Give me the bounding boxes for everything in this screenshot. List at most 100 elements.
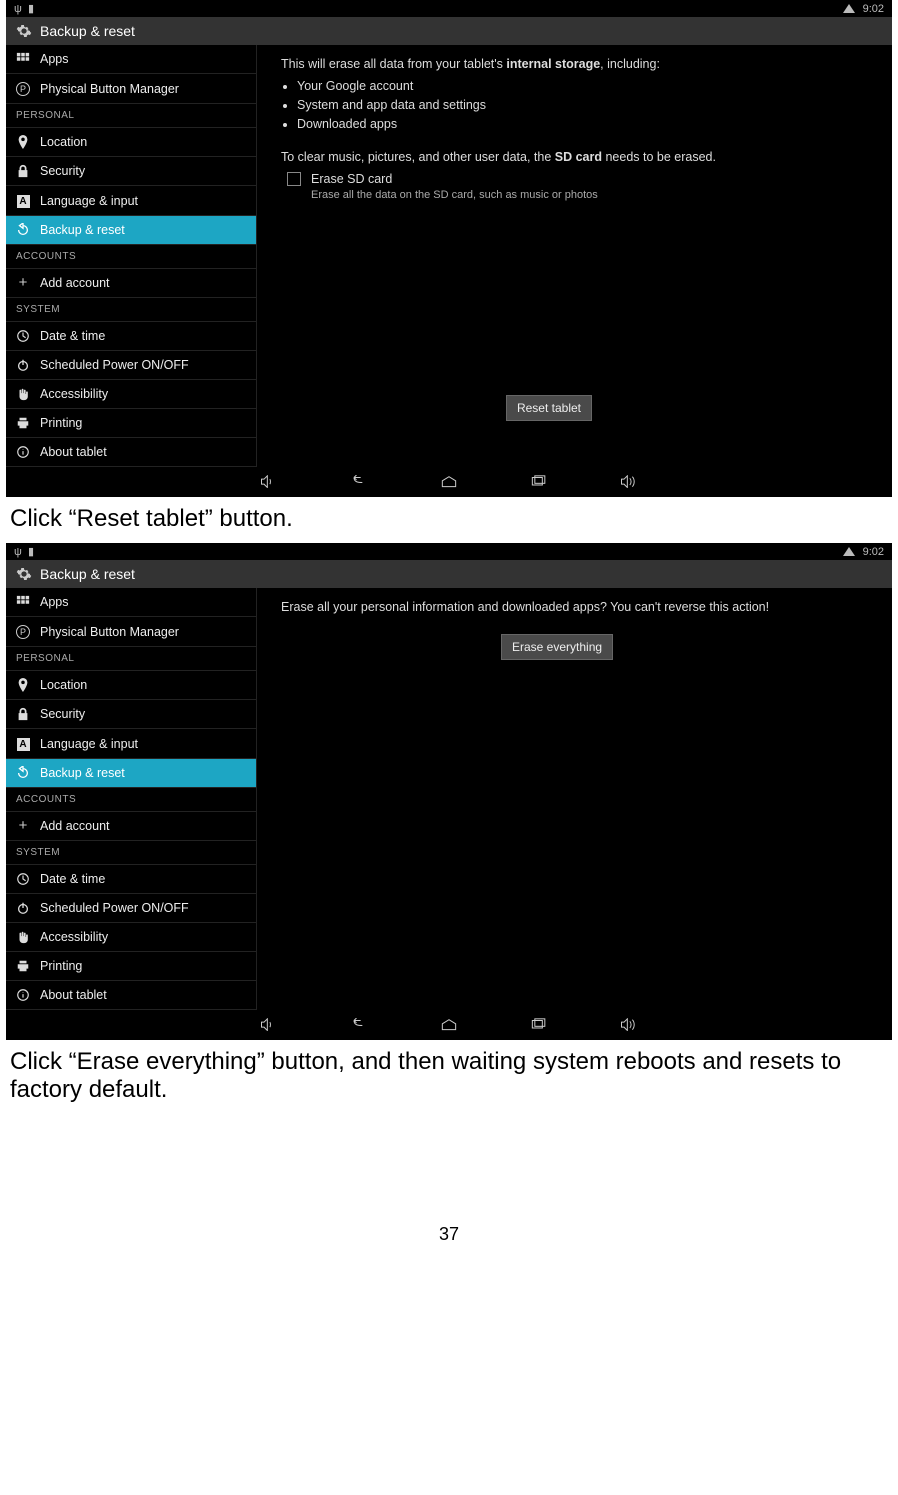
volume-up-icon[interactable] xyxy=(619,475,639,489)
sidebar-item-label: Accessibility xyxy=(40,930,108,944)
hand-icon xyxy=(16,930,30,944)
sidebar-item-label: Security xyxy=(40,164,85,178)
sidebar-item-label: About tablet xyxy=(40,445,107,459)
sidebar-item-label: Date & time xyxy=(40,872,105,886)
sidebar-item-physical-button-manager[interactable]: PPhysical Button Manager xyxy=(6,74,256,104)
sidebar-item-printing[interactable]: Printing xyxy=(6,952,256,981)
status-bar: ψ ▮ 9:02 xyxy=(6,543,892,560)
section-personal: PERSONAL xyxy=(6,647,256,671)
back-icon[interactable] xyxy=(349,1018,369,1032)
volume-down-icon[interactable] xyxy=(259,1018,279,1032)
title-text: Backup & reset xyxy=(40,23,135,39)
nav-bar xyxy=(6,1010,892,1040)
status-bar: ψ ▮ 9:02 xyxy=(6,0,892,17)
sidebar-item-physical-button-manager[interactable]: PPhysical Button Manager xyxy=(6,617,256,647)
status-left: ψ ▮ xyxy=(14,545,34,558)
sidebar-item-language-input[interactable]: ALanguage & input xyxy=(6,729,256,759)
sidebar-item-label: Location xyxy=(40,135,87,149)
sidebar-item-apps[interactable]: Apps xyxy=(6,588,256,617)
recent-icon[interactable] xyxy=(529,475,549,489)
sidebar-item-label: Scheduled Power ON/OFF xyxy=(40,901,189,915)
checkbox-sub: Erase all the data on the SD card, such … xyxy=(311,188,598,204)
sidebar-item-label: Backup & reset xyxy=(40,766,125,780)
sidebar-item-add-account[interactable]: + Add account xyxy=(6,269,256,298)
erase-intro: This will erase all data from your table… xyxy=(281,55,868,73)
home-icon[interactable] xyxy=(439,475,459,489)
bullet-item: System and app data and settings xyxy=(297,96,868,114)
sidebar-item-location[interactable]: Location xyxy=(6,128,256,157)
sidebar-item-label: Location xyxy=(40,678,87,692)
sidebar-item-date-time[interactable]: Date & time xyxy=(6,865,256,894)
caption-1: Click “Reset tablet” button. xyxy=(10,505,892,533)
sd-note: To clear music, pictures, and other user… xyxy=(281,148,868,166)
sidebar-item-security[interactable]: Security xyxy=(6,157,256,186)
nav-bar xyxy=(6,467,892,497)
section-accounts: ACCOUNTS xyxy=(6,245,256,269)
title-bar: Backup & reset xyxy=(6,17,892,45)
settings-icon xyxy=(16,23,32,39)
restore-icon xyxy=(16,223,30,237)
erase-sd-checkbox[interactable]: Erase SD card Erase all the data on the … xyxy=(287,170,868,204)
volume-down-icon[interactable] xyxy=(259,475,279,489)
back-icon[interactable] xyxy=(349,475,369,489)
clock-icon xyxy=(16,872,30,886)
A-icon: A xyxy=(16,736,30,751)
clock-icon xyxy=(16,329,30,343)
sidebar-item-label: Apps xyxy=(40,52,69,66)
recent-icon[interactable] xyxy=(529,1018,549,1032)
sidebar-item-label: Add account xyxy=(40,819,110,833)
home-icon[interactable] xyxy=(439,1018,459,1032)
sidebar-item-date-time[interactable]: Date & time xyxy=(6,322,256,351)
sidebar-item-security[interactable]: Security xyxy=(6,700,256,729)
print-icon xyxy=(16,416,30,430)
title-text: Backup & reset xyxy=(40,566,135,582)
settings-icon xyxy=(16,566,32,582)
apps-icon xyxy=(16,595,30,609)
sidebar-item-label: Printing xyxy=(40,959,82,973)
sidebar-item-backup-reset[interactable]: Backup & reset xyxy=(6,216,256,245)
sidebar-item-accessibility[interactable]: Accessibility xyxy=(6,380,256,409)
sidebar-item-accessibility[interactable]: Accessibility xyxy=(6,923,256,952)
bullet-item: Downloaded apps xyxy=(297,115,868,133)
sidebar-item-label: Language & input xyxy=(40,194,138,208)
A-icon: A xyxy=(16,193,30,208)
sidebar-item-location[interactable]: Location xyxy=(6,671,256,700)
sidebar-item-label: Printing xyxy=(40,416,82,430)
erase-bullets: Your Google accountSystem and app data a… xyxy=(297,77,868,133)
screenshot-1: ψ ▮ 9:02 Backup & reset Apps PPhysical Bu… xyxy=(6,0,892,497)
section-system: SYSTEM xyxy=(6,298,256,322)
apps-icon xyxy=(16,52,30,66)
checkbox-icon[interactable] xyxy=(287,172,301,186)
page-number: 37 xyxy=(6,1224,892,1245)
plus-icon: + xyxy=(16,819,30,833)
sidebar-item-label: Security xyxy=(40,707,85,721)
sidebar-item-label: Add account xyxy=(40,276,110,290)
sidebar-item-scheduled-power-on-off[interactable]: Scheduled Power ON/OFF xyxy=(6,351,256,380)
title-bar: Backup & reset xyxy=(6,560,892,588)
plus-icon: + xyxy=(16,276,30,290)
sidebar-item-language-input[interactable]: A Language & input xyxy=(6,186,256,216)
status-left: ψ ▮ xyxy=(14,2,34,15)
sidebar-item-backup-reset[interactable]: Backup & reset xyxy=(6,759,256,788)
print-icon xyxy=(16,959,30,973)
wifi-icon xyxy=(843,4,855,13)
volume-up-icon[interactable] xyxy=(619,1018,639,1032)
sidebar-item-label: Accessibility xyxy=(40,387,108,401)
sidebar-item-apps[interactable]: Apps xyxy=(6,45,256,74)
content-pane: Erase all your personal information and … xyxy=(257,588,892,1010)
sidebar-item-about-tablet[interactable]: About tablet xyxy=(6,438,256,467)
lock-icon xyxy=(16,707,30,721)
sidebar: Apps PPhysical Button ManagerPERSONAL Loca… xyxy=(6,588,257,1010)
sidebar-item-about-tablet[interactable]: About tablet xyxy=(6,981,256,1010)
sidebar-item-label: Backup & reset xyxy=(40,223,125,237)
erase-everything-button[interactable]: Erase everything xyxy=(501,634,613,660)
reset-tablet-button[interactable]: Reset tablet xyxy=(506,395,592,421)
status-time: 9:02 xyxy=(863,546,884,558)
sidebar-item-add-account[interactable]: + Add account xyxy=(6,812,256,841)
sidebar-item-printing[interactable]: Printing xyxy=(6,409,256,438)
lock-icon xyxy=(16,164,30,178)
wifi-icon xyxy=(843,547,855,556)
sidebar-item-label: Apps xyxy=(40,595,69,609)
sidebar-item-scheduled-power-on-off[interactable]: Scheduled Power ON/OFF xyxy=(6,894,256,923)
info-icon xyxy=(16,988,30,1002)
